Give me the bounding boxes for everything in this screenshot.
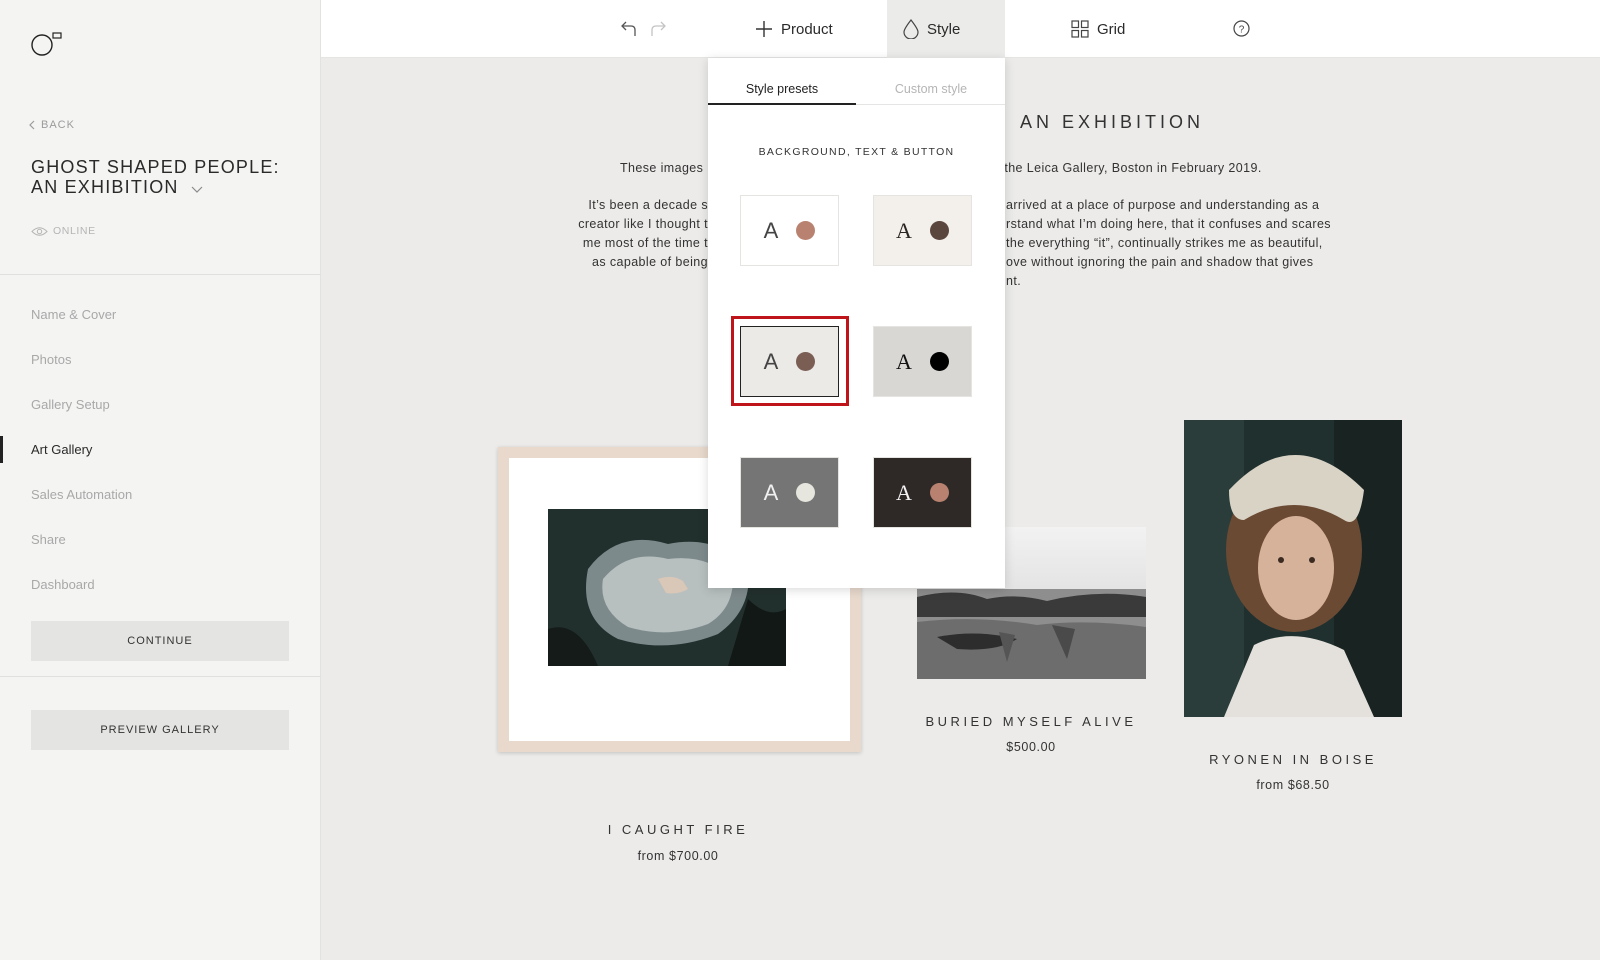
preset-button-swatch	[796, 221, 816, 240]
redo-icon[interactable]	[649, 18, 667, 43]
gallery-title[interactable]: GHOST SHAPED PEOPLE: AN EXHIBITION	[31, 157, 301, 198]
artwork-title: I CAUGHT FIRE	[607, 822, 749, 837]
sidebar-item-art-gallery[interactable]: Art Gallery	[0, 427, 321, 472]
artwork-price: from $68.50	[1256, 778, 1330, 792]
plus-icon	[756, 21, 772, 37]
gallery-title-text: GHOST SHAPED PEOPLE: AN EXHIBITION	[31, 157, 280, 197]
preset-button-swatch	[929, 483, 949, 502]
style-label: Style	[927, 20, 961, 38]
chevron-down-icon[interactable]	[191, 178, 203, 198]
preset-button-swatch	[796, 352, 816, 371]
description-line: creator like I thought t	[578, 217, 708, 231]
sidebar: BACK GHOST SHAPED PEOPLE: AN EXHIBITION …	[0, 0, 321, 960]
continue-button[interactable]: CONTINUE	[31, 621, 289, 661]
preset-glyph: A	[763, 217, 779, 243]
back-label: BACK	[41, 119, 75, 131]
toolbar: Product Style Grid ?	[321, 0, 1600, 58]
product-label: Product	[781, 20, 833, 38]
divider	[0, 274, 321, 275]
intro-text-right: d at the Leica Gallery, Boston in Februa…	[978, 161, 1262, 175]
preset-button-swatch	[929, 221, 949, 240]
droplet-icon	[903, 19, 919, 39]
grid-button[interactable]: Grid	[1055, 0, 1141, 58]
artwork-price: $500.00	[1006, 740, 1056, 754]
preset-glyph: A	[763, 479, 779, 505]
style-preset-1[interactable]: A	[740, 195, 839, 266]
tab-style-presets[interactable]: Style presets	[708, 82, 856, 105]
status-badge: ONLINE	[31, 225, 96, 237]
grid-label: Grid	[1097, 20, 1126, 38]
status-label: ONLINE	[53, 225, 96, 237]
description-line: the everything “it”, continually strikes…	[1006, 236, 1323, 250]
preset-glyph: A	[763, 348, 779, 374]
sidebar-item-sales-automation[interactable]: Sales Automation	[0, 472, 321, 517]
eye-icon	[31, 226, 48, 236]
popover-tabs: Style presets Custom style	[708, 58, 1005, 105]
description-line: It’s been a decade s	[588, 198, 708, 212]
help-icon[interactable]: ?	[1233, 20, 1250, 42]
preset-glyph: A	[896, 479, 912, 505]
style-preset-2[interactable]: A	[873, 195, 972, 266]
sidebar-item-gallery-setup[interactable]: Gallery Setup	[0, 382, 321, 427]
sidebar-nav: Name & Cover Photos Gallery Setup Art Ga…	[0, 292, 321, 607]
description-line: arrived at a place of purpose and unders…	[1006, 198, 1320, 212]
logo-icon[interactable]	[31, 32, 65, 58]
sidebar-item-dashboard[interactable]: Dashboard	[0, 562, 321, 607]
section-label: BACKGROUND, TEXT & BUTTON	[758, 146, 955, 158]
style-preset-3[interactable]: A	[740, 326, 839, 397]
style-button[interactable]: Style	[887, 0, 1005, 58]
preset-glyph: A	[896, 348, 912, 374]
svg-text:?: ?	[1239, 24, 1245, 35]
intro-text-left: These images	[620, 161, 704, 175]
description-left: It’s been a decade s creator like I thou…	[565, 196, 708, 272]
page-title: AN EXHIBITION	[1020, 112, 1205, 132]
description-line: me most of the time t	[582, 236, 708, 250]
grid-icon	[1071, 20, 1089, 38]
sidebar-item-photos[interactable]: Photos	[0, 337, 321, 382]
description-line: as capable of being	[591, 255, 708, 269]
description-line: nt.	[1006, 274, 1022, 288]
style-preset-5[interactable]: A	[740, 457, 839, 528]
sidebar-item-share[interactable]: Share	[0, 517, 321, 562]
preset-glyph: A	[896, 217, 912, 243]
preset-button-swatch	[929, 352, 949, 371]
artwork-title: RYONEN IN BOISE	[1209, 752, 1377, 767]
style-popover: Style presets Custom style BACKGROUND, T…	[708, 58, 1005, 588]
chevron-left-icon	[29, 120, 35, 130]
sidebar-item-name-cover[interactable]: Name & Cover	[0, 292, 321, 337]
product-button[interactable]: Product	[739, 0, 849, 58]
description-line: rstand what I’m doing here, that it conf…	[1006, 217, 1331, 231]
divider	[0, 676, 321, 677]
style-preset-6[interactable]: A	[873, 457, 972, 528]
description-right: arrived at a place of purpose and unders…	[1006, 196, 1366, 291]
description-line: ove without ignoring the pain and shadow…	[1006, 255, 1314, 269]
preview-gallery-button[interactable]: PREVIEW GALLERY	[31, 710, 289, 750]
undo-icon[interactable]	[620, 18, 638, 43]
artwork-image-ryonen-in-boise[interactable]	[1184, 420, 1402, 717]
preset-button-swatch	[796, 483, 816, 502]
artwork-price: from $700.00	[637, 849, 719, 863]
back-link[interactable]: BACK	[28, 119, 75, 131]
style-preset-4[interactable]: A	[873, 326, 972, 397]
artwork-title: BURIED MYSELF ALIVE	[925, 714, 1137, 729]
tab-custom-style[interactable]: Custom style	[857, 82, 1005, 105]
